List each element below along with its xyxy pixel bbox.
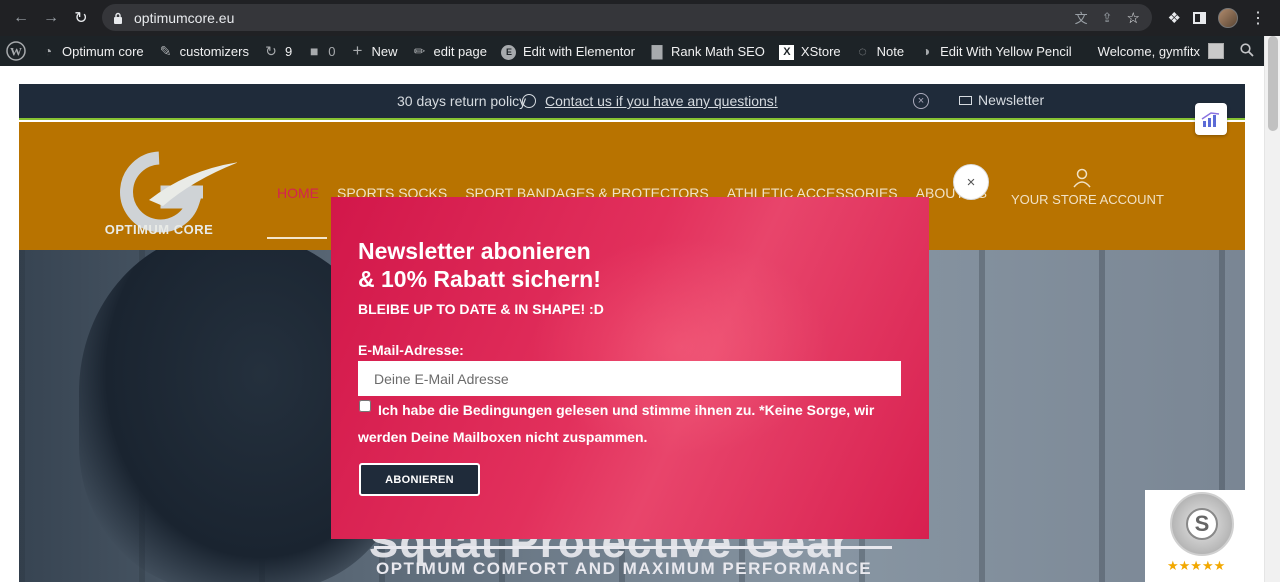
popup-title: Newsletter abonieren & 10% Rabatt sicher… — [358, 238, 601, 292]
shopvote-seal: S — [1170, 492, 1234, 556]
adminbar-search-icon[interactable] — [1240, 42, 1254, 60]
page-scrollbar[interactable] — [1264, 36, 1280, 582]
return-policy-text: 30 days return policy — [397, 93, 527, 109]
profile-avatar[interactable] — [1218, 7, 1238, 28]
terms-label: Ich habe die Bedingungen gelesen und sti… — [358, 402, 875, 445]
comment-icon: ■ — [310, 43, 319, 59]
elementor-icon: E — [501, 42, 517, 60]
xstore-icon: X — [779, 42, 795, 60]
adminbar-comments[interactable]: ■ 0 — [299, 36, 342, 66]
store-account-link[interactable]: YOUR STORE ACCOUNT — [1011, 192, 1164, 207]
menu-kebab-icon[interactable]: ⋮ — [1250, 8, 1266, 28]
back-icon[interactable]: ← — [6, 3, 36, 33]
hero-subtitle: OPTIMUM COMFORT AND MAXIMUM PERFORMANCE — [376, 559, 873, 578]
updates-icon: ↻ — [265, 42, 277, 59]
dashboard-icon: ◔ — [43, 43, 53, 59]
adminbar-new[interactable]: + New — [342, 36, 404, 66]
pencil-icon: ✏ — [413, 42, 426, 59]
adminbar-welcome[interactable]: Welcome, gymfitx — [1098, 44, 1200, 59]
popup-subtitle: BLEIBE UP TO DATE & IN SHAPE! :D — [358, 301, 604, 317]
popup-close-button[interactable]: × — [953, 164, 989, 200]
user-avatar[interactable] — [1208, 43, 1224, 59]
extensions-icon[interactable]: ❖ — [1168, 9, 1181, 27]
logo-wordmark: OPTIMUM CORE — [104, 222, 214, 237]
shopvote-logo: S — [1186, 508, 1218, 540]
top-notice-bar: 30 days return policy Contact us if you … — [19, 84, 1245, 120]
adminbar-note[interactable]: ◌ Note — [848, 36, 911, 66]
url-text: optimumcore.eu — [134, 9, 235, 26]
reload-icon[interactable]: ↻ — [66, 3, 96, 33]
shopvote-badge[interactable]: S ★★★★★ — [1145, 490, 1245, 582]
adminbar-rankmath[interactable]: ▇ Rank Math SEO — [642, 36, 772, 66]
adminbar-xstore[interactable]: X XStore — [772, 36, 848, 66]
wordpress-logo-icon[interactable]: W — [0, 36, 33, 66]
bookmark-star-icon[interactable]: ☆ — [1127, 9, 1140, 27]
browser-toolbar: ← → ↻ optimumcore.eu 文 ⇪ ☆ ❖ ⋮ — [0, 0, 1280, 36]
side-panel-icon[interactable] — [1193, 11, 1206, 24]
share-icon[interactable]: ⇪ — [1102, 10, 1113, 26]
plus-icon: + — [352, 41, 363, 60]
newsletter-link[interactable]: Newsletter — [959, 92, 1044, 108]
adminbar-updates[interactable]: ↻ 9 — [256, 36, 299, 66]
adminbar-customizers[interactable]: ✎ customizers — [151, 36, 256, 66]
adminbar-site-name[interactable]: ◔ Optimum core — [33, 36, 151, 66]
newsletter-popup: Newsletter abonieren & 10% Rabatt sicher… — [331, 197, 929, 539]
scrollbar-thumb[interactable] — [1268, 36, 1278, 131]
contact-link[interactable]: Contact us if you have any questions! — [545, 93, 778, 109]
menu-home[interactable]: HOME — [277, 185, 319, 201]
envelope-icon — [959, 95, 972, 105]
close-notice-icon[interactable]: × — [913, 93, 929, 109]
wp-admin-bar: W ◔ Optimum core ✎ customizers ↻ 9 ■ 0 +… — [0, 36, 1264, 66]
user-account-icon[interactable] — [1072, 168, 1092, 188]
svg-text:W: W — [10, 45, 22, 59]
clock-icon — [522, 94, 536, 108]
active-menu-underline — [267, 237, 327, 239]
rankmath-badge-icon[interactable] — [1195, 103, 1227, 135]
email-input[interactable] — [358, 361, 901, 396]
adminbar-elementor[interactable]: E Edit with Elementor — [494, 36, 642, 66]
hero-divider — [374, 546, 892, 549]
subscribe-button[interactable]: ABONIEREN — [359, 463, 480, 496]
lock-icon — [112, 11, 124, 25]
yellow-pencil-icon: ◑ — [921, 43, 931, 59]
translate-icon[interactable]: 文 — [1075, 8, 1088, 27]
adminbar-edit-page[interactable]: ✏ edit page — [404, 36, 494, 66]
brush-icon: ✎ — [159, 42, 172, 59]
rankmath-icon: ▇ — [651, 42, 663, 59]
rating-stars: ★★★★★ — [1167, 558, 1226, 573]
chat-bubble-icon: ◌ — [858, 43, 867, 59]
address-bar[interactable]: optimumcore.eu 文 ⇪ ☆ — [102, 4, 1152, 31]
adminbar-yellow-pencil[interactable]: ◑ Edit With Yellow Pencil — [911, 36, 1079, 66]
email-label: E-Mail-Adresse: — [358, 342, 464, 358]
forward-icon[interactable]: → — [36, 3, 66, 33]
